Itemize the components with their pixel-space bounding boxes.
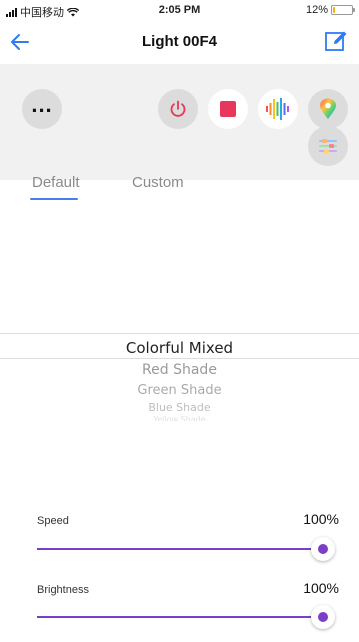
speed-thumb-dot — [318, 544, 328, 554]
color-button[interactable] — [308, 89, 348, 129]
music-bars-icon — [266, 98, 289, 120]
more-button[interactable]: ... — [22, 89, 62, 129]
power-button[interactable] — [158, 89, 198, 129]
tab-default[interactable]: Default — [32, 174, 80, 191]
effect-selected[interactable]: Colorful Mixed — [0, 339, 359, 357]
speed-slider-thumb[interactable] — [311, 537, 335, 561]
effect-picker[interactable]: Colorful Mixed Red Shade Green Shade Blu… — [0, 200, 359, 500]
sliders-icon — [319, 139, 337, 153]
settings-button[interactable] — [308, 126, 348, 166]
speed-slider-track[interactable] — [37, 548, 323, 550]
brightness-slider-thumb[interactable] — [311, 605, 335, 629]
status-right: 12% — [305, 4, 355, 16]
page-title: Light 00F4 — [141, 33, 217, 50]
battery-icon — [331, 5, 355, 15]
battery-percent: 12% — [305, 4, 328, 16]
brightness-thumb-dot — [318, 612, 328, 622]
speed-value: 100% — [303, 511, 339, 527]
stop-button[interactable] — [208, 89, 248, 129]
effect-option[interactable]: Green Shade — [0, 383, 359, 398]
speed-label: Speed — [37, 515, 69, 527]
color-pin-icon — [320, 98, 336, 119]
edit-icon[interactable] — [323, 28, 349, 54]
more-dots-icon: ... — [31, 92, 53, 117]
nav-bar: Light 00F4 — [0, 20, 359, 65]
effect-option[interactable]: Blue Shade — [0, 401, 359, 414]
status-bar: 中国移动 2:05 PM 12% — [0, 0, 359, 20]
picker-top-line — [0, 333, 359, 334]
brightness-value: 100% — [303, 580, 339, 596]
brightness-slider-track[interactable] — [37, 616, 323, 618]
control-panel: ... — [0, 64, 359, 180]
brightness-label: Brightness — [37, 584, 89, 596]
battery-level — [333, 7, 335, 13]
music-button[interactable] — [258, 89, 298, 129]
tab-custom[interactable]: Custom — [132, 174, 184, 191]
picker-bottom-line — [0, 358, 359, 359]
effect-option[interactable]: Red Shade — [0, 362, 359, 378]
mode-tabs: Default Custom — [0, 164, 359, 200]
effect-option[interactable]: Yellow Shade — [0, 415, 359, 421]
power-icon — [170, 100, 186, 117]
stop-square-icon — [220, 101, 236, 117]
